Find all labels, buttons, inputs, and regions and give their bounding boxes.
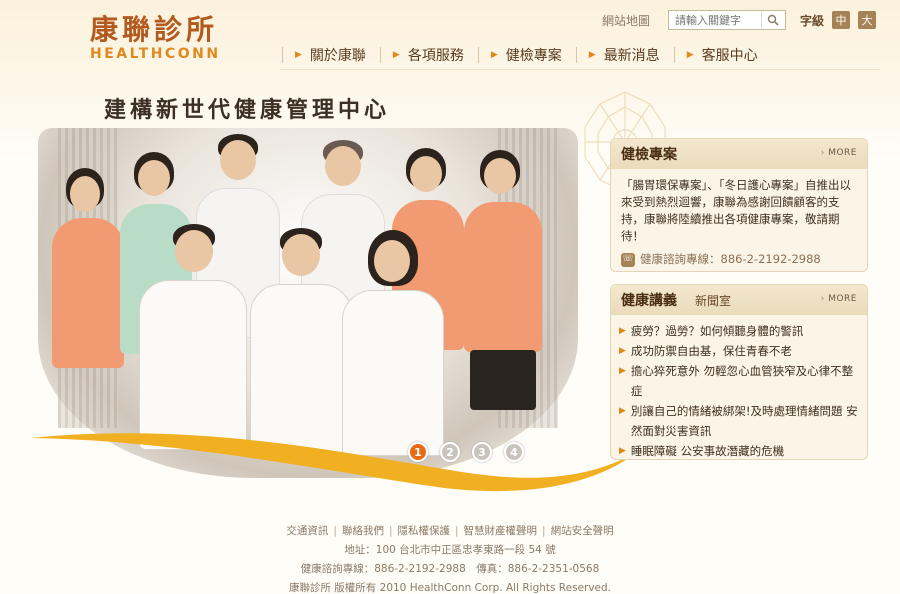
search-input[interactable] bbox=[668, 11, 761, 29]
news-item-text: 成功防禦自由基，保住青春不老 bbox=[630, 344, 792, 358]
font-size-label: 字級 bbox=[799, 13, 824, 28]
checkup-description: 「腸胃環保專案」、「冬日護心專案」自推出以來受到熱烈迴響，康聯為感謝回饋顧客的支… bbox=[621, 178, 851, 243]
list-item[interactable]: ▶ 別讓自己的情緒被綁架!及時處理情緒問題 安然面對災害資訊 bbox=[619, 401, 859, 441]
footer-address: 地址：100 台北市中正區忠孝東路一段 54 號 bbox=[344, 544, 556, 556]
search-button[interactable] bbox=[760, 11, 785, 29]
health-news-panel: 健康講義 新聞室 MORE ▶ 疲勞？過勞？如何傾聽身體的警訊 ▶ 成功防禦自由… bbox=[610, 284, 868, 460]
nav-arrow-icon: ▶ bbox=[295, 50, 302, 60]
nav-item-news[interactable]: ▶ 最新消息 bbox=[589, 45, 674, 65]
footer-link-privacy[interactable]: 隱私權保護 bbox=[398, 522, 451, 541]
pager-dot-1[interactable]: 1 bbox=[408, 442, 428, 462]
list-item[interactable]: ▶ 擔心猝死意外 勿輕忽心血管狹窄及心律不整症 bbox=[619, 361, 859, 401]
page: 康聯診所 HEALTHCONN 網站地圖 字級 中 大 ▶ 關於康聯 ▶ 各項服 bbox=[0, 0, 900, 594]
checkup-panel-body: 「腸胃環保專案」、「冬日護心專案」自推出以來受到熱烈迴響，康聯為感謝回饋顧客的支… bbox=[611, 169, 867, 276]
news-item-text: 擔心猝死意外 勿輕忽心血管狹窄及心律不整症 bbox=[630, 364, 854, 398]
search-box bbox=[667, 10, 786, 30]
hero-title: 建構新世代健康管理中心 bbox=[104, 98, 391, 123]
news-item-text: 疲勞？過勞？如何傾聽身體的警訊 bbox=[630, 324, 804, 338]
hero-pager: 1 2 3 4 bbox=[408, 442, 524, 462]
checkup-more-link[interactable]: MORE bbox=[821, 148, 857, 158]
nav-divider bbox=[673, 47, 675, 63]
news-more-link[interactable]: MORE bbox=[821, 294, 857, 304]
nav-item-label: 客服中心 bbox=[701, 48, 758, 64]
list-item[interactable]: ▶ 睡眠障礙 公安事故潛藏的危機 bbox=[619, 441, 859, 461]
nav-divider bbox=[477, 47, 479, 63]
logo[interactable]: 康聯診所 HEALTHCONN bbox=[90, 13, 250, 63]
nav-item-customer-service[interactable]: ▶ 客服中心 bbox=[687, 45, 772, 65]
nav-item-services[interactable]: ▶ 各項服務 bbox=[393, 45, 478, 65]
checkup-hotline: ☏ 健康諮詢專線：886-2-2192-2988 bbox=[621, 251, 857, 268]
bullet-arrow-icon: ▶ bbox=[619, 366, 626, 376]
footer-copyright: 康聯診所 版權所有 2010 HealthConn Corp. All Righ… bbox=[288, 582, 612, 594]
font-size-medium-button[interactable]: 中 bbox=[832, 11, 850, 29]
checkup-panel-header: 健檢專案 MORE bbox=[611, 139, 867, 169]
nav-underline bbox=[280, 69, 880, 70]
nav-item-label: 健檢專案 bbox=[505, 48, 562, 64]
nav-item-about[interactable]: ▶ 關於康聯 bbox=[295, 45, 380, 65]
footer-contact: 健康諮詢專線：886-2-2192-2988 傳真：886-2-2351-056… bbox=[300, 563, 600, 575]
list-item[interactable]: ▶ 成功防禦自由基，保住青春不老 bbox=[619, 341, 859, 361]
bullet-arrow-icon: ▶ bbox=[619, 346, 626, 356]
footer-link-ip[interactable]: 智慧財產權聲明 bbox=[464, 522, 538, 541]
nav-item-checkup[interactable]: ▶ 健檢專案 bbox=[491, 45, 576, 65]
tab-newsroom[interactable]: 新聞室 bbox=[695, 292, 731, 309]
footer-separator: | bbox=[455, 525, 459, 537]
search-icon bbox=[768, 14, 780, 26]
staff-figure bbox=[458, 150, 548, 410]
bullet-arrow-icon: ▶ bbox=[619, 406, 626, 416]
sitemap-link[interactable]: 網站地圖 bbox=[602, 12, 650, 29]
hotline-text: 健康諮詢專線：886-2-2192-2988 bbox=[640, 252, 821, 266]
checkup-panel: 健檢專案 MORE 「腸胃環保專案」、「冬日護心專案」自推出以來受到熱烈迴響，康… bbox=[610, 138, 868, 272]
logo-chinese: 康聯診所 bbox=[90, 13, 219, 46]
nav-divider bbox=[282, 47, 283, 63]
nav-item-label: 各項服務 bbox=[407, 48, 464, 64]
news-panel-title[interactable]: 健康講義 bbox=[621, 290, 677, 310]
news-item-text: 別讓自己的情緒被綁架!及時處理情緒問題 安然面對災害資訊 bbox=[630, 404, 858, 438]
nav-arrow-icon: ▶ bbox=[392, 50, 400, 60]
footer-link-contact[interactable]: 聯絡我們 bbox=[342, 522, 384, 541]
pager-dot-4[interactable]: 4 bbox=[504, 442, 524, 462]
nav-divider bbox=[379, 47, 381, 63]
pager-dot-2[interactable]: 2 bbox=[440, 442, 460, 462]
nav-divider bbox=[575, 47, 577, 63]
phone-icon: ☏ bbox=[621, 252, 635, 267]
logo-english: HEALTHCONN bbox=[90, 46, 221, 62]
utility-bar: 網站地圖 字級 中 大 bbox=[602, 9, 876, 31]
footer-separator: | bbox=[333, 525, 337, 537]
bullet-arrow-icon: ▶ bbox=[619, 446, 626, 456]
nav-arrow-icon: ▶ bbox=[588, 50, 596, 60]
footer-links: 交通資訊 | 聯絡我們 | 隱私權保護 | 智慧財產權聲明 | 網站安全聲明 bbox=[0, 522, 900, 541]
nav-item-label: 最新消息 bbox=[603, 48, 660, 64]
nav-arrow-icon: ▶ bbox=[686, 50, 694, 60]
footer-link-traffic[interactable]: 交通資訊 bbox=[286, 522, 328, 541]
news-list: ▶ 疲勞？過勞？如何傾聽身體的警訊 ▶ 成功防禦自由基，保住青春不老 ▶ 擔心猝… bbox=[611, 315, 867, 467]
pager-dot-3[interactable]: 3 bbox=[472, 442, 492, 462]
bullet-arrow-icon: ▶ bbox=[619, 326, 626, 336]
footer: 交通資訊 | 聯絡我們 | 隱私權保護 | 智慧財產權聲明 | 網站安全聲明 地… bbox=[0, 522, 900, 594]
nav-arrow-icon: ▶ bbox=[490, 50, 498, 60]
font-size-large-button[interactable]: 大 bbox=[858, 11, 876, 29]
decorative-swoosh bbox=[30, 433, 640, 492]
news-item-text: 睡眠障礙 公安事故潛藏的危機 bbox=[630, 444, 785, 458]
news-panel-header: 健康講義 新聞室 MORE bbox=[611, 285, 867, 315]
footer-link-security[interactable]: 網站安全聲明 bbox=[551, 522, 614, 541]
checkup-panel-title: 健檢專案 bbox=[621, 147, 677, 163]
nav-item-label: 關於康聯 bbox=[309, 48, 366, 64]
footer-separator: | bbox=[542, 525, 546, 537]
main-nav: ▶ 關於康聯 ▶ 各項服務 ▶ 健檢專案 ▶ 最新消息 ▶ 客服中心 bbox=[282, 44, 772, 66]
list-item[interactable]: ▶ 疲勞？過勞？如何傾聽身體的警訊 bbox=[619, 321, 859, 341]
footer-separator: | bbox=[388, 525, 393, 537]
